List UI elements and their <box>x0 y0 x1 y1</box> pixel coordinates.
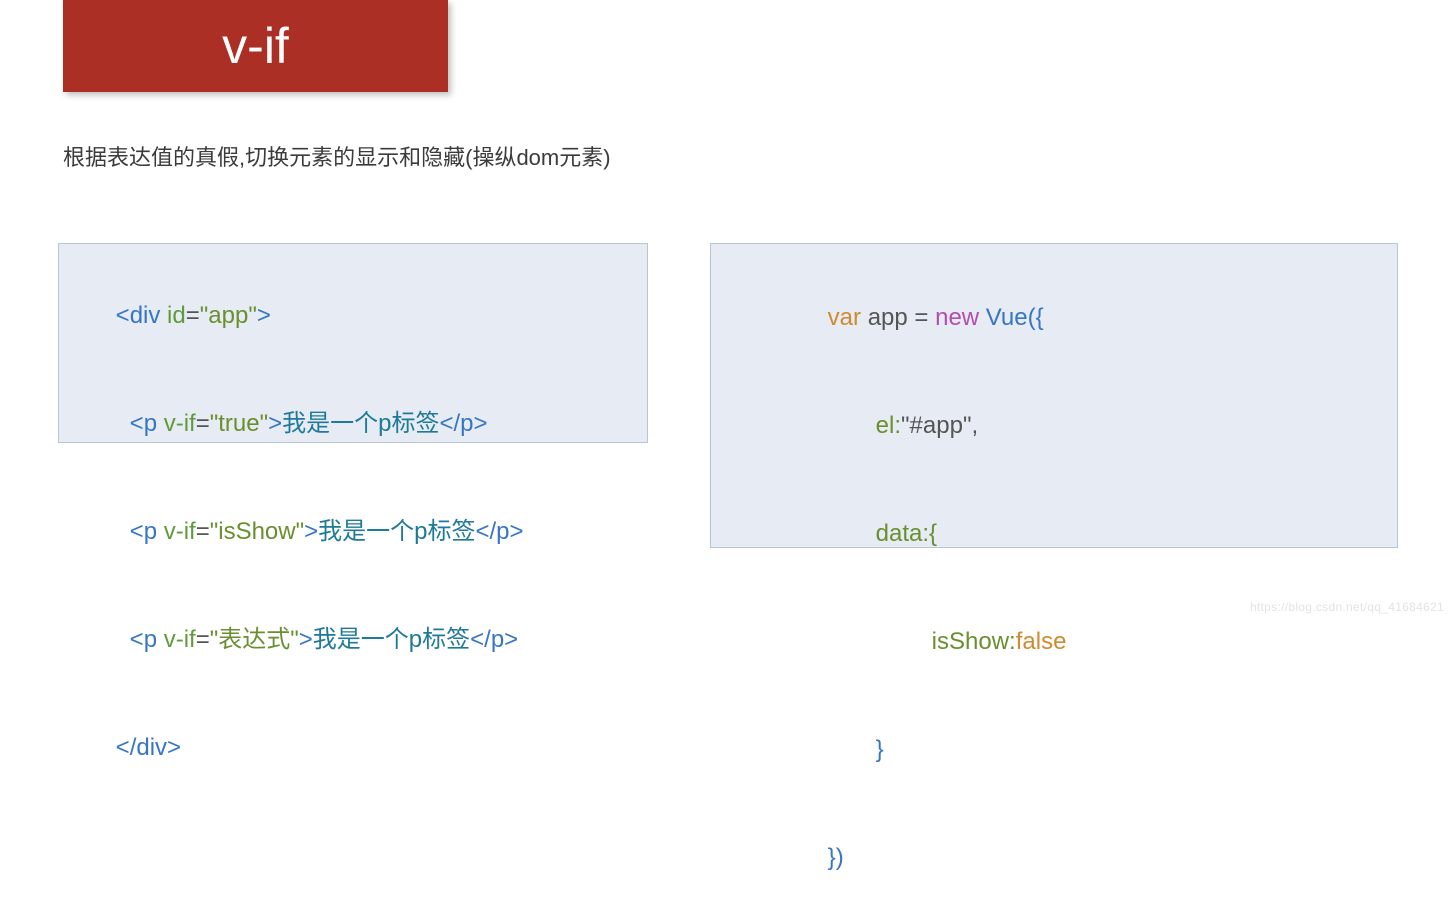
tok: > <box>257 302 271 329</box>
tok: > <box>304 518 318 545</box>
tok: > <box>268 410 282 437</box>
tok: </p> <box>440 410 488 437</box>
tok: "表达式" <box>210 626 299 653</box>
tok: el: <box>876 412 901 439</box>
tok: "app" <box>200 302 257 329</box>
tok: = <box>186 302 200 329</box>
tok: false <box>1016 628 1067 655</box>
tok: "isShow" <box>210 518 304 545</box>
tok: }) <box>828 844 844 871</box>
tok: </div> <box>116 734 181 761</box>
tok: = <box>196 410 210 437</box>
tok: 我是一个p标签 <box>282 410 439 437</box>
tok: </p> <box>470 626 518 653</box>
tok: = <box>914 304 935 331</box>
tok: </p> <box>476 518 524 545</box>
tok: "#app", <box>901 412 978 439</box>
tok: <div <box>116 302 167 329</box>
tok: "true" <box>210 410 268 437</box>
tok: 我是一个p标签 <box>318 518 475 545</box>
tok: var <box>828 304 861 331</box>
tok: v-if <box>164 626 196 653</box>
subtitle: 根据表达值的真假,切换元素的显示和隐藏(操纵dom元素) <box>63 140 611 172</box>
tok: isShow: <box>932 628 1016 655</box>
code-panel-html: <div id="app"> <p v-if="true">我是一个p标签</p… <box>58 243 648 443</box>
title-banner: v-if <box>63 0 448 92</box>
tok: } <box>876 736 884 763</box>
tok: data:{ <box>876 520 937 547</box>
watermark: https://blog.csdn.net/qq_41684621 <box>1250 600 1444 614</box>
tok: 我是一个p标签 <box>313 626 470 653</box>
tok: new <box>935 304 979 331</box>
tok: v-if <box>164 518 196 545</box>
tok: v-if <box>164 410 196 437</box>
tok: = <box>196 518 210 545</box>
tok: Vue({ <box>979 304 1044 331</box>
tok: <p <box>130 626 164 653</box>
tok: <p <box>130 518 164 545</box>
tok: <p <box>130 410 164 437</box>
tok <box>861 304 868 331</box>
tok: = <box>196 626 210 653</box>
tok: app <box>868 304 915 331</box>
title-text: v-if <box>222 17 289 75</box>
tok: id <box>167 302 186 329</box>
code-panel-js: var app = new Vue({ el:"#app", data:{ is… <box>710 243 1398 548</box>
tok: > <box>299 626 313 653</box>
